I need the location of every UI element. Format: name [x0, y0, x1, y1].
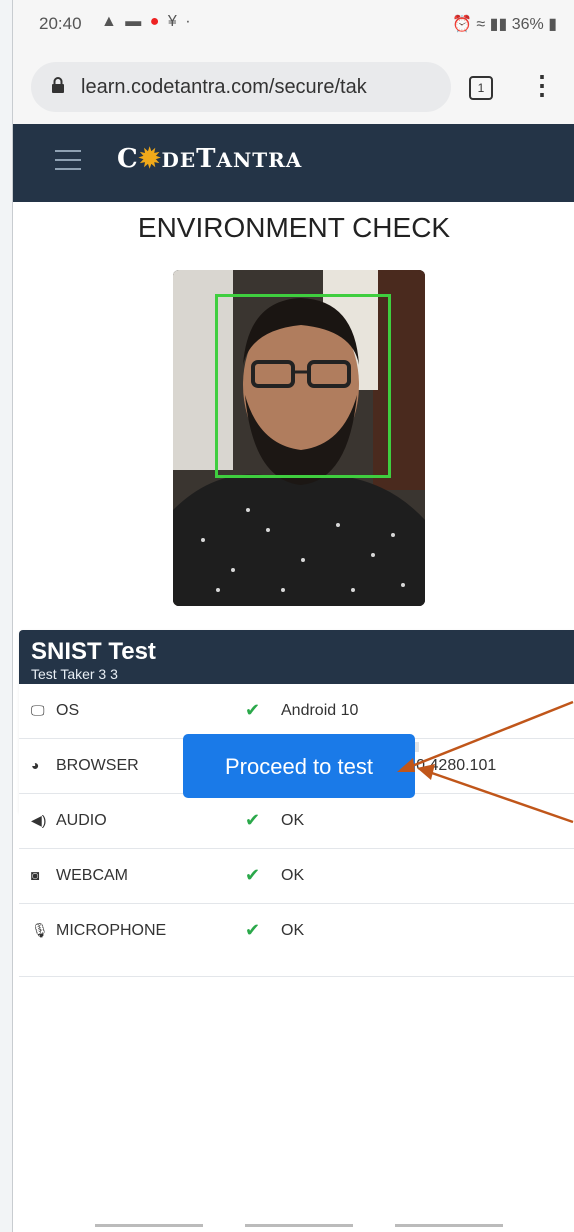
tab-switcher-button[interactable]: 1	[469, 76, 493, 100]
wifi-icon: ≈	[476, 16, 486, 33]
jio-icon: ●	[149, 13, 162, 30]
speaker-icon: ◀)	[31, 812, 47, 828]
test-name: SNIST Test	[31, 638, 156, 665]
check-mark-icon: ✔	[245, 810, 261, 830]
check-label: BROWSER	[56, 757, 139, 774]
check-label: OS	[56, 702, 80, 719]
check-label: AUDIO	[56, 812, 107, 829]
hamburger-menu-icon[interactable]	[55, 150, 81, 170]
notification-icons: ▲ ▬ ● ¥ ·	[101, 13, 193, 31]
dot-icon: ·	[185, 13, 193, 30]
check-value: OK	[281, 922, 305, 939]
lock-icon	[52, 77, 64, 93]
nav-bar-line	[95, 1224, 203, 1227]
site-header: C✹DETANTRA	[13, 124, 574, 202]
signal-icon: ▮▮	[489, 16, 508, 33]
status-bar: 20:40 ▲ ▬ ● ¥ · ⏰ ≈ ▮▮ 36% ▮	[13, 0, 574, 52]
check-mark-icon: ✔	[245, 920, 261, 940]
webcam-preview	[173, 270, 425, 606]
nav-bar-line	[395, 1224, 503, 1227]
check-mark-icon: ✔	[245, 700, 261, 720]
check-row-webcam: ◙ WEBCAM ✔ OK	[19, 849, 574, 904]
system-status: ⏰ ≈ ▮▮ 36% ▮	[452, 14, 557, 34]
camera-icon: ◙	[31, 867, 40, 883]
card-header: SNIST Test Test Taker 3 3	[19, 630, 574, 684]
alarm-icon: ⏰	[452, 16, 472, 33]
monitor-icon: 🖵	[31, 702, 45, 718]
battery-icon: ▮	[548, 16, 557, 33]
annotation-arrow-proceed	[417, 764, 574, 824]
phone-screen: 20:40 ▲ ▬ ● ¥ · ⏰ ≈ ▮▮ 36% ▮ learn.codet…	[12, 0, 574, 1232]
check-mark-icon: ✔	[245, 865, 261, 885]
proceed-to-test-button[interactable]: Proceed to test	[183, 734, 415, 798]
overflow-menu-icon[interactable]: ⋮	[529, 70, 555, 101]
check-value: OK	[281, 867, 305, 884]
status-time: 20:40	[39, 14, 82, 33]
gear-icon: ✹	[138, 144, 162, 174]
globe-icon: ◕	[31, 757, 40, 773]
check-label: MICROPHONE	[56, 922, 167, 939]
browser-toolbar: learn.codetantra.com/secure/tak 1 ⋮	[13, 52, 574, 125]
page-title: ENVIRONMENT CHECK	[137, 212, 451, 243]
check-value: Android 10	[281, 702, 359, 719]
url-text: learn.codetantra.com/secure/tak	[81, 76, 367, 98]
face-detection-box	[215, 294, 391, 478]
check-label: WEBCAM	[56, 867, 128, 884]
warning-icon: ▲	[101, 13, 119, 30]
test-taker-name: Test Taker 3 3	[31, 666, 118, 682]
check-row-microphone: 🎙 MICROPHONE ✔ OK	[19, 904, 574, 977]
wifi-alert-icon: ¥	[167, 13, 179, 30]
battery-percent: 36%	[511, 16, 544, 33]
microphone-icon: 🎙	[31, 922, 49, 938]
nav-bar-line	[245, 1224, 353, 1227]
message-icon: ▬	[125, 13, 144, 30]
codetantra-logo[interactable]: C✹DETANTRA	[117, 144, 302, 174]
check-value: OK	[281, 812, 305, 829]
address-bar[interactable]: learn.codetantra.com/secure/tak	[31, 62, 451, 112]
